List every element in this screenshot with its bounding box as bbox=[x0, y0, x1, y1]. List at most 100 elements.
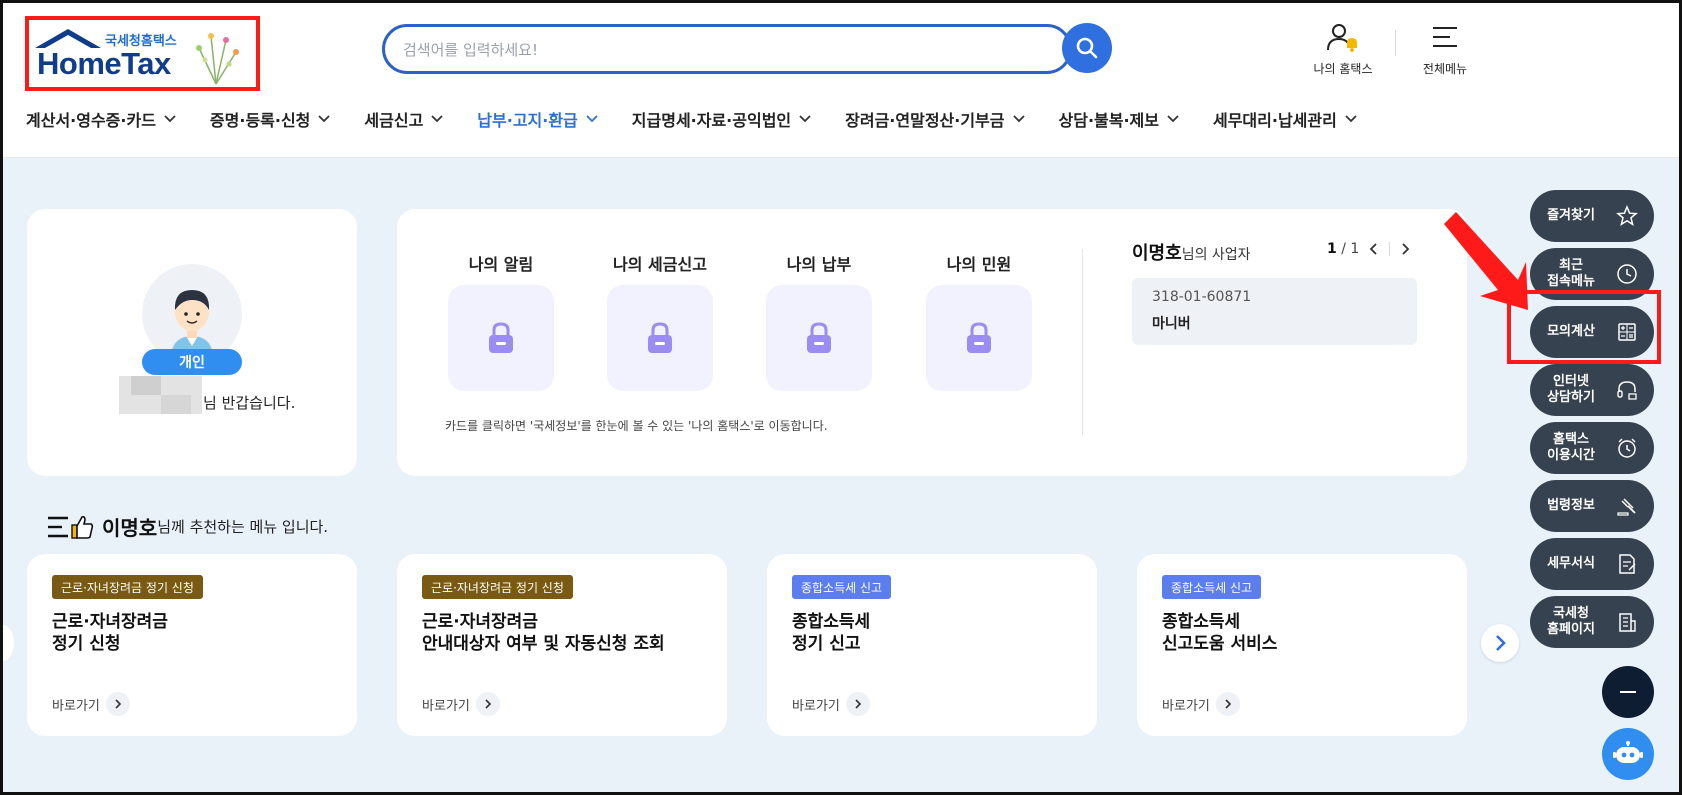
nav-item-label: 납부·고지·환급 bbox=[477, 111, 578, 130]
tile-box[interactable] bbox=[926, 285, 1032, 391]
user-bell-icon bbox=[1327, 24, 1357, 52]
header-divider bbox=[1395, 30, 1396, 56]
go-link[interactable]: 바로가기 bbox=[792, 692, 870, 716]
chevron-down-icon bbox=[431, 115, 443, 123]
quick-label: 법령정보 bbox=[1547, 498, 1595, 513]
logo-english-text: HomeTax bbox=[37, 46, 171, 81]
form-icon bbox=[1619, 554, 1636, 574]
quick-service-hours[interactable]: 홈택스 이용시간 bbox=[1530, 422, 1654, 474]
tile-my-alerts[interactable]: 나의 알림 bbox=[446, 251, 556, 391]
search-button[interactable] bbox=[1062, 23, 1112, 73]
card-title: 종합소득세 신고도움 서비스 bbox=[1162, 611, 1277, 655]
nav-item-label: 상담·불복·제보 bbox=[1058, 111, 1159, 130]
nav-item-invoice[interactable]: 계산서·영수증·카드 bbox=[26, 104, 176, 134]
search-input[interactable] bbox=[403, 37, 983, 63]
chevron-down-icon bbox=[1012, 115, 1025, 123]
quick-favorites[interactable]: 즐겨찾기 bbox=[1530, 190, 1654, 242]
nav-item-consult[interactable]: 상담·불복·제보 bbox=[1059, 104, 1179, 134]
go-link[interactable]: 바로가기 bbox=[422, 692, 500, 716]
global-nav: 계산서·영수증·카드 증명·등록·신청 세금신고 납부·고지·환급 지급명세·자… bbox=[26, 104, 1391, 134]
business-item[interactable]: 318-01-60871 마니버 bbox=[1132, 278, 1417, 345]
minus-icon bbox=[1620, 691, 1636, 693]
card-title-line1: 종합소득세 bbox=[1162, 612, 1241, 632]
my-hometax-button[interactable]: 나의 홈택스 bbox=[1303, 22, 1383, 77]
card-tag: 근로·자녀장려금 정기 신청 bbox=[52, 575, 203, 599]
card-title-line1: 근로·자녀장려금 bbox=[422, 612, 538, 632]
chevron-down-icon bbox=[318, 115, 331, 123]
headset-icon bbox=[1617, 381, 1637, 400]
chevron-down-icon bbox=[586, 115, 598, 123]
annotation-highlight-box bbox=[1507, 290, 1661, 364]
nav-item-label: 세금신고 bbox=[364, 111, 424, 130]
building-icon bbox=[1619, 613, 1636, 632]
nav-item-label: 장려금·연말정산·기부금 bbox=[845, 111, 1005, 130]
chevron-right-icon[interactable] bbox=[1398, 242, 1412, 256]
star-icon bbox=[1616, 205, 1638, 227]
quick-law-info[interactable]: 법령정보 bbox=[1530, 480, 1654, 532]
card-title-line2: 정기 신청 bbox=[52, 634, 121, 654]
nav-item-certificate[interactable]: 증명·등록·신청 bbox=[209, 104, 331, 134]
profile-card: 개인 님 반갑습니다. bbox=[27, 209, 357, 476]
card-title-line1: 종합소득세 bbox=[792, 612, 871, 632]
chevron-right-icon bbox=[1496, 635, 1506, 651]
logo-link[interactable]: 국세청홈택스 HomeTax bbox=[25, 16, 260, 91]
card-title-line2: 안내대상자 여부 및 자동신청 조회 bbox=[422, 634, 665, 654]
pager-current: 1 bbox=[1327, 241, 1337, 257]
header: 국세청홈택스 HomeTax 나의 홈택스 bbox=[0, 0, 1682, 158]
quick-label: 인터넷 상담하기 bbox=[1547, 374, 1595, 405]
recommend-card[interactable]: 종합소득세 신고 종합소득세 정기 신고 바로가기 bbox=[767, 554, 1097, 736]
hamburger-icon bbox=[1433, 27, 1457, 47]
card-title: 근로·자녀장려금 정기 신청 bbox=[52, 611, 168, 655]
search-icon bbox=[1076, 37, 1098, 59]
chatbot-button[interactable] bbox=[1602, 728, 1654, 780]
tile-my-tax-report[interactable]: 나의 세금신고 bbox=[605, 251, 715, 391]
chevron-left-icon[interactable] bbox=[1367, 242, 1381, 256]
nav-item-agent[interactable]: 세무대리·납세관리 bbox=[1213, 104, 1357, 134]
go-label: 바로가기 bbox=[1162, 698, 1210, 714]
collapse-quick-menu-button[interactable] bbox=[1602, 666, 1654, 718]
info-divider bbox=[1082, 249, 1083, 435]
card-title: 근로·자녀장려금 안내대상자 여부 및 자동신청 조회 bbox=[422, 611, 665, 655]
thumbs-up-list-icon bbox=[48, 515, 94, 539]
tile-title: 나의 납부 bbox=[786, 255, 852, 274]
plant-decoration-icon bbox=[196, 33, 239, 85]
tile-title: 나의 민원 bbox=[946, 255, 1012, 274]
tile-box[interactable] bbox=[766, 285, 872, 391]
nav-item-statement[interactable]: 지급명세·자료·공익법인 bbox=[632, 104, 811, 134]
recommend-card[interactable]: 근로·자녀장려금 정기 신청 근로·자녀장려금 정기 신청 바로가기 bbox=[27, 554, 357, 736]
recommend-card[interactable]: 근로·자녀장려금 정기 신청 근로·자녀장려금 안내대상자 여부 및 자동신청 조… bbox=[397, 554, 727, 736]
go-label: 바로가기 bbox=[422, 698, 470, 714]
tile-my-payment[interactable]: 나의 납부 bbox=[764, 251, 874, 391]
all-menu-button[interactable]: 전체메뉴 bbox=[1405, 22, 1485, 77]
quick-label: 세무서식 bbox=[1547, 556, 1595, 571]
quick-label: 최근 접속메뉴 bbox=[1547, 258, 1595, 289]
pager-total: / 1 bbox=[1341, 241, 1360, 257]
tile-box[interactable] bbox=[607, 285, 713, 391]
annotation-red-arrow bbox=[1444, 212, 1528, 310]
nav-item-incentive[interactable]: 장려금·연말정산·기부금 bbox=[845, 104, 1025, 134]
next-card-button[interactable] bbox=[1481, 624, 1519, 662]
quick-tax-forms[interactable]: 세무서식 bbox=[1530, 538, 1654, 590]
recommend-card[interactable]: 종합소득세 신고 종합소득세 신고도움 서비스 바로가기 bbox=[1137, 554, 1467, 736]
quick-internet-consult[interactable]: 인터넷 상담하기 bbox=[1530, 364, 1654, 416]
go-link[interactable]: 바로가기 bbox=[52, 692, 130, 716]
chevron-right-icon bbox=[1215, 692, 1240, 716]
all-menu-label: 전체메뉴 bbox=[1422, 62, 1468, 76]
tile-title: 나의 세금신고 bbox=[613, 255, 707, 274]
quick-label: 즐겨찾기 bbox=[1547, 208, 1595, 223]
go-link[interactable]: 바로가기 bbox=[1162, 692, 1240, 716]
quick-label: 국세청 홈페이지 bbox=[1547, 606, 1595, 637]
lock-icon bbox=[648, 322, 672, 353]
tile-my-civil[interactable]: 나의 민원 bbox=[924, 251, 1034, 391]
chevron-right-icon bbox=[475, 692, 500, 716]
quick-nts-homepage[interactable]: 국세청 홈페이지 bbox=[1530, 596, 1654, 648]
chatbot-icon bbox=[1613, 741, 1643, 763]
nav-item-payment[interactable]: 납부·고지·환급 bbox=[477, 104, 598, 134]
business-owner-name: 이명호 bbox=[1132, 243, 1182, 264]
tile-box[interactable] bbox=[448, 285, 554, 391]
nav-item-label: 증명·등록·신청 bbox=[209, 111, 311, 130]
card-tag: 종합소득세 신고 bbox=[792, 575, 892, 599]
clock-icon bbox=[1617, 264, 1637, 284]
nav-item-tax-report[interactable]: 세금신고 bbox=[364, 104, 443, 134]
card-title-line2: 신고도움 서비스 bbox=[1162, 634, 1278, 654]
